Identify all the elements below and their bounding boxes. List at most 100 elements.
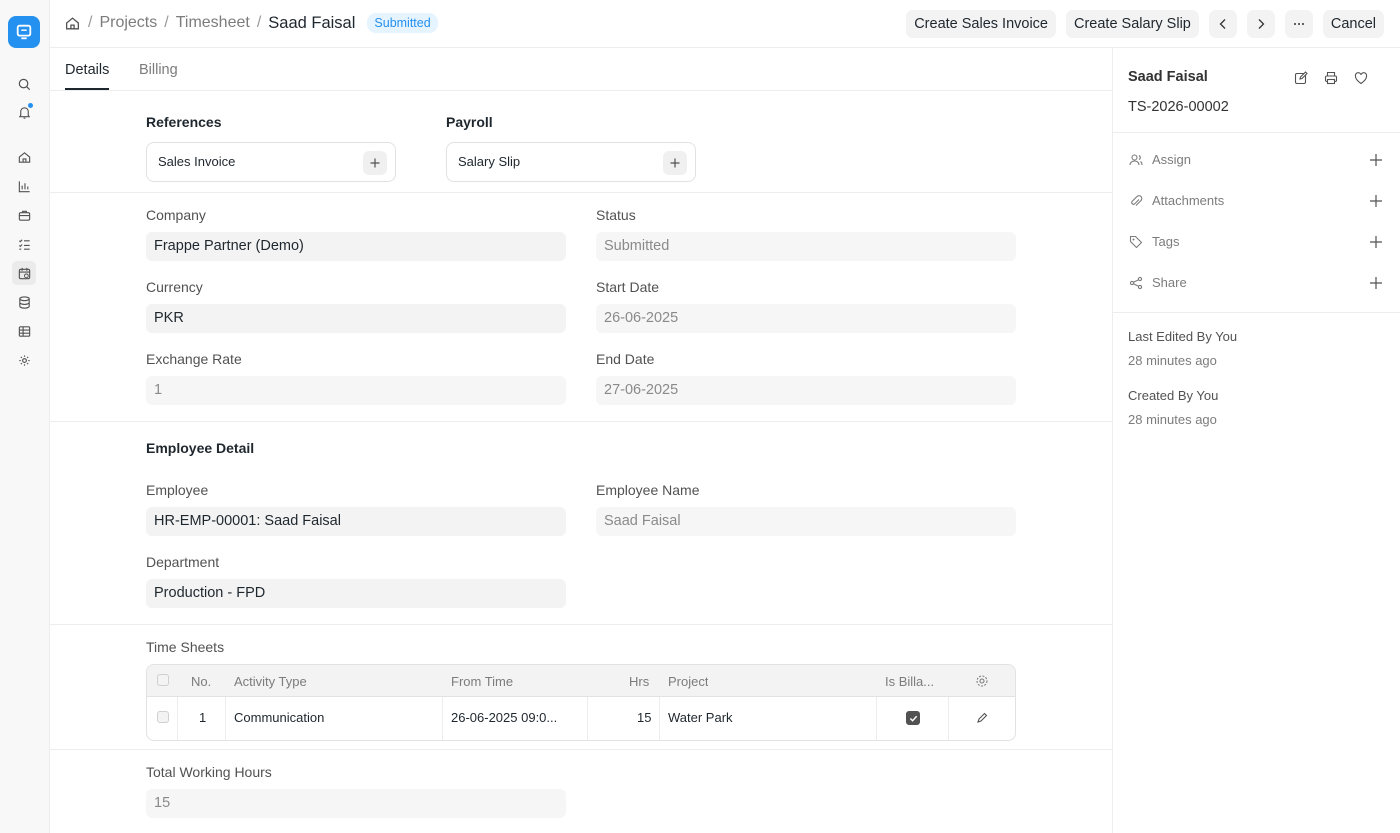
- department-field[interactable]: Production - FPD: [146, 579, 566, 608]
- sidebar-doc-id: TS-2026-00002: [1128, 99, 1229, 115]
- sales-invoice-link-label: Sales Invoice: [158, 154, 236, 169]
- column-header-project: Project: [668, 674, 709, 689]
- toolbar-actions: Create Sales Invoice Create Salary Slip …: [906, 10, 1384, 38]
- status-field: Submitted: [596, 232, 1016, 261]
- assign-icon: [1129, 154, 1143, 166]
- more-menu-button[interactable]: [1284, 10, 1313, 38]
- payroll-heading: Payroll: [446, 114, 493, 130]
- employee-field[interactable]: HR-EMP-00001: Saad Faisal: [146, 507, 566, 536]
- employee-detail-heading: Employee Detail: [146, 440, 255, 456]
- tab-details[interactable]: Details: [65, 62, 109, 78]
- timesheet-calendar-icon[interactable]: [12, 261, 36, 285]
- cell-hrs[interactable]: 15: [637, 710, 651, 725]
- briefcase-icon[interactable]: [14, 205, 34, 225]
- department-label: Department: [146, 554, 220, 570]
- app: / Projects / Timesheet / Saad Faisal Sub…: [0, 0, 1400, 833]
- sidebar-item-attachments[interactable]: Attachments: [1128, 191, 1384, 211]
- cell-project[interactable]: Water Park: [668, 710, 733, 725]
- salary-slip-link-card[interactable]: Salary Slip: [446, 142, 696, 182]
- top-bar: / Projects / Timesheet / Saad Faisal Sub…: [50, 0, 1400, 48]
- plus-icon[interactable]: [1368, 275, 1384, 291]
- plus-icon[interactable]: [1368, 152, 1384, 168]
- previous-doc-button[interactable]: [1208, 10, 1237, 38]
- start-date-field: 26-06-2025: [596, 304, 1016, 333]
- end-date-label: End Date: [596, 351, 655, 367]
- column-header-from-time: From Time: [451, 674, 514, 689]
- sidebar-item-tags[interactable]: Tags: [1128, 232, 1384, 252]
- status-badge: Submitted: [367, 13, 438, 33]
- column-header-hrs: Hrs: [629, 674, 650, 689]
- sidebar-item-share[interactable]: Share: [1128, 273, 1384, 293]
- print-icon[interactable]: [1322, 69, 1340, 87]
- sidebar-item-label: Assign: [1152, 152, 1192, 167]
- breadcrumb-timesheet[interactable]: Timesheet: [176, 14, 250, 32]
- select-all-checkbox[interactable]: [157, 674, 169, 686]
- created-time: 28 minutes ago: [1128, 412, 1217, 427]
- company-label: Company: [146, 207, 206, 223]
- exchange-rate-field: 1: [146, 376, 566, 405]
- exchange-rate-label: Exchange Rate: [146, 351, 242, 367]
- chart-icon[interactable]: [14, 176, 34, 196]
- references-heading: References: [146, 114, 222, 130]
- table-row[interactable]: 1 Communication 26-06-2025 09:0... 15 Wa…: [147, 697, 1015, 740]
- sidebar-doc-name: Saad Faisal: [1128, 69, 1208, 85]
- sidebar-item-label: Tags: [1152, 234, 1180, 249]
- is-billable-checkbox[interactable]: [906, 711, 920, 725]
- heart-like-icon[interactable]: [1352, 69, 1370, 87]
- create-salary-slip-button[interactable]: Create Salary Slip: [1066, 10, 1199, 38]
- row-select-checkbox[interactable]: [157, 711, 169, 723]
- employee-name-label: Employee Name: [596, 482, 700, 498]
- edit-row-pencil-icon[interactable]: [975, 711, 989, 725]
- status-label: Status: [596, 207, 636, 223]
- cell-activity-type[interactable]: Communication: [234, 710, 324, 725]
- column-divider: [948, 697, 949, 740]
- plus-icon[interactable]: [1368, 193, 1384, 209]
- share-icon: [1129, 276, 1143, 290]
- end-date-field: 27-06-2025: [596, 376, 1016, 405]
- notification-bell-icon[interactable]: [14, 102, 34, 122]
- time-sheets-table: No. Activity Type From Time Hrs Project …: [146, 664, 1016, 741]
- breadcrumb-separator: /: [164, 14, 169, 31]
- add-sales-invoice-button[interactable]: [363, 151, 387, 175]
- column-settings-icon[interactable]: [974, 673, 990, 689]
- sidebar-divider: [1113, 312, 1400, 313]
- last-edited-time: 28 minutes ago: [1128, 353, 1217, 368]
- company-field[interactable]: Frappe Partner (Demo): [146, 232, 566, 261]
- breadcrumb-projects[interactable]: Projects: [99, 14, 157, 32]
- breadcrumb-separator: /: [256, 14, 262, 31]
- add-salary-slip-button[interactable]: [663, 151, 687, 175]
- database-icon[interactable]: [14, 292, 34, 312]
- currency-field[interactable]: PKR: [146, 304, 566, 333]
- tag-icon: [1129, 235, 1143, 249]
- sidebar-item-label: Attachments: [1152, 193, 1225, 208]
- paperclip-icon: [1131, 195, 1143, 206]
- table-icon[interactable]: [14, 321, 34, 341]
- task-list-icon[interactable]: [14, 234, 34, 254]
- settings-gear-icon[interactable]: [14, 350, 34, 370]
- check-icon: [909, 715, 917, 722]
- edit-icon[interactable]: [1292, 69, 1310, 87]
- more-dots-icon: [1293, 23, 1304, 25]
- left-rail: [0, 0, 50, 833]
- cell-from-time[interactable]: 26-06-2025 09:0...: [451, 710, 581, 725]
- sidebar-item-assign[interactable]: Assign: [1128, 150, 1384, 170]
- section-divider: [50, 749, 1113, 750]
- plus-icon: [670, 158, 680, 168]
- cell-no: 1: [199, 710, 207, 725]
- breadcrumb-home-icon[interactable]: [64, 15, 81, 32]
- create-sales-invoice-button[interactable]: Create Sales Invoice: [906, 10, 1056, 38]
- employee-label: Employee: [146, 482, 209, 498]
- cancel-button[interactable]: Cancel: [1322, 10, 1384, 38]
- tab-billing[interactable]: Billing: [139, 62, 178, 78]
- next-doc-button[interactable]: [1246, 10, 1275, 38]
- sales-invoice-link-card[interactable]: Sales Invoice: [146, 142, 396, 182]
- plus-icon[interactable]: [1368, 234, 1384, 250]
- home-icon[interactable]: [14, 147, 34, 167]
- salary-slip-link-label: Salary Slip: [458, 154, 521, 169]
- currency-label: Currency: [146, 279, 203, 295]
- search-icon[interactable]: [14, 74, 34, 94]
- created-by: Created By You: [1128, 388, 1219, 403]
- section-divider: [50, 624, 1113, 625]
- column-divider: [225, 697, 226, 740]
- app-logo-icon[interactable]: [8, 16, 40, 48]
